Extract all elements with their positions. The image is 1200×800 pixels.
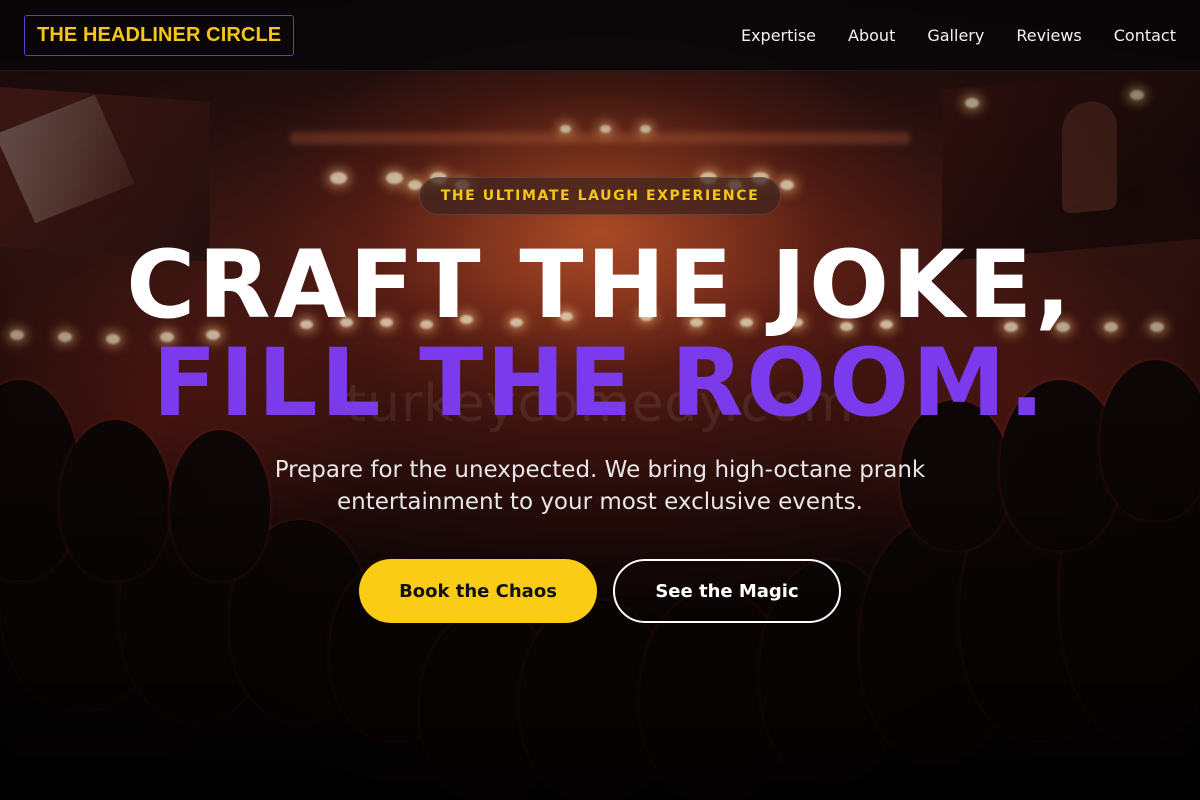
see-the-magic-button[interactable]: See the Magic [613, 559, 841, 623]
top-navbar: THE HEADLINER CIRCLE Expertise About Gal… [0, 0, 1200, 71]
nav-link-gallery[interactable]: Gallery [927, 26, 984, 45]
nav-link-reviews[interactable]: Reviews [1016, 26, 1081, 45]
hero-section: THE ULTIMATE LAUGH EXPERIENCE turkeycome… [0, 0, 1200, 800]
hero-headline-line2: FILL THE ROOM. [152, 329, 1048, 438]
book-the-chaos-button[interactable]: Book the Chaos [359, 559, 597, 623]
site-logo[interactable]: THE HEADLINER CIRCLE [24, 14, 295, 56]
hero-headline-line1: CRAFT THE JOKE, [126, 231, 1074, 340]
hero-subtitle: Prepare for the unexpected. We bring hig… [274, 457, 926, 515]
nav-link-expertise[interactable]: Expertise [741, 26, 816, 45]
nav-links: Expertise About Gallery Reviews Contact [741, 26, 1176, 45]
hero-badge: THE ULTIMATE LAUGH EXPERIENCE [419, 177, 781, 215]
nav-link-about[interactable]: About [848, 26, 895, 45]
nav-link-contact[interactable]: Contact [1114, 26, 1176, 45]
